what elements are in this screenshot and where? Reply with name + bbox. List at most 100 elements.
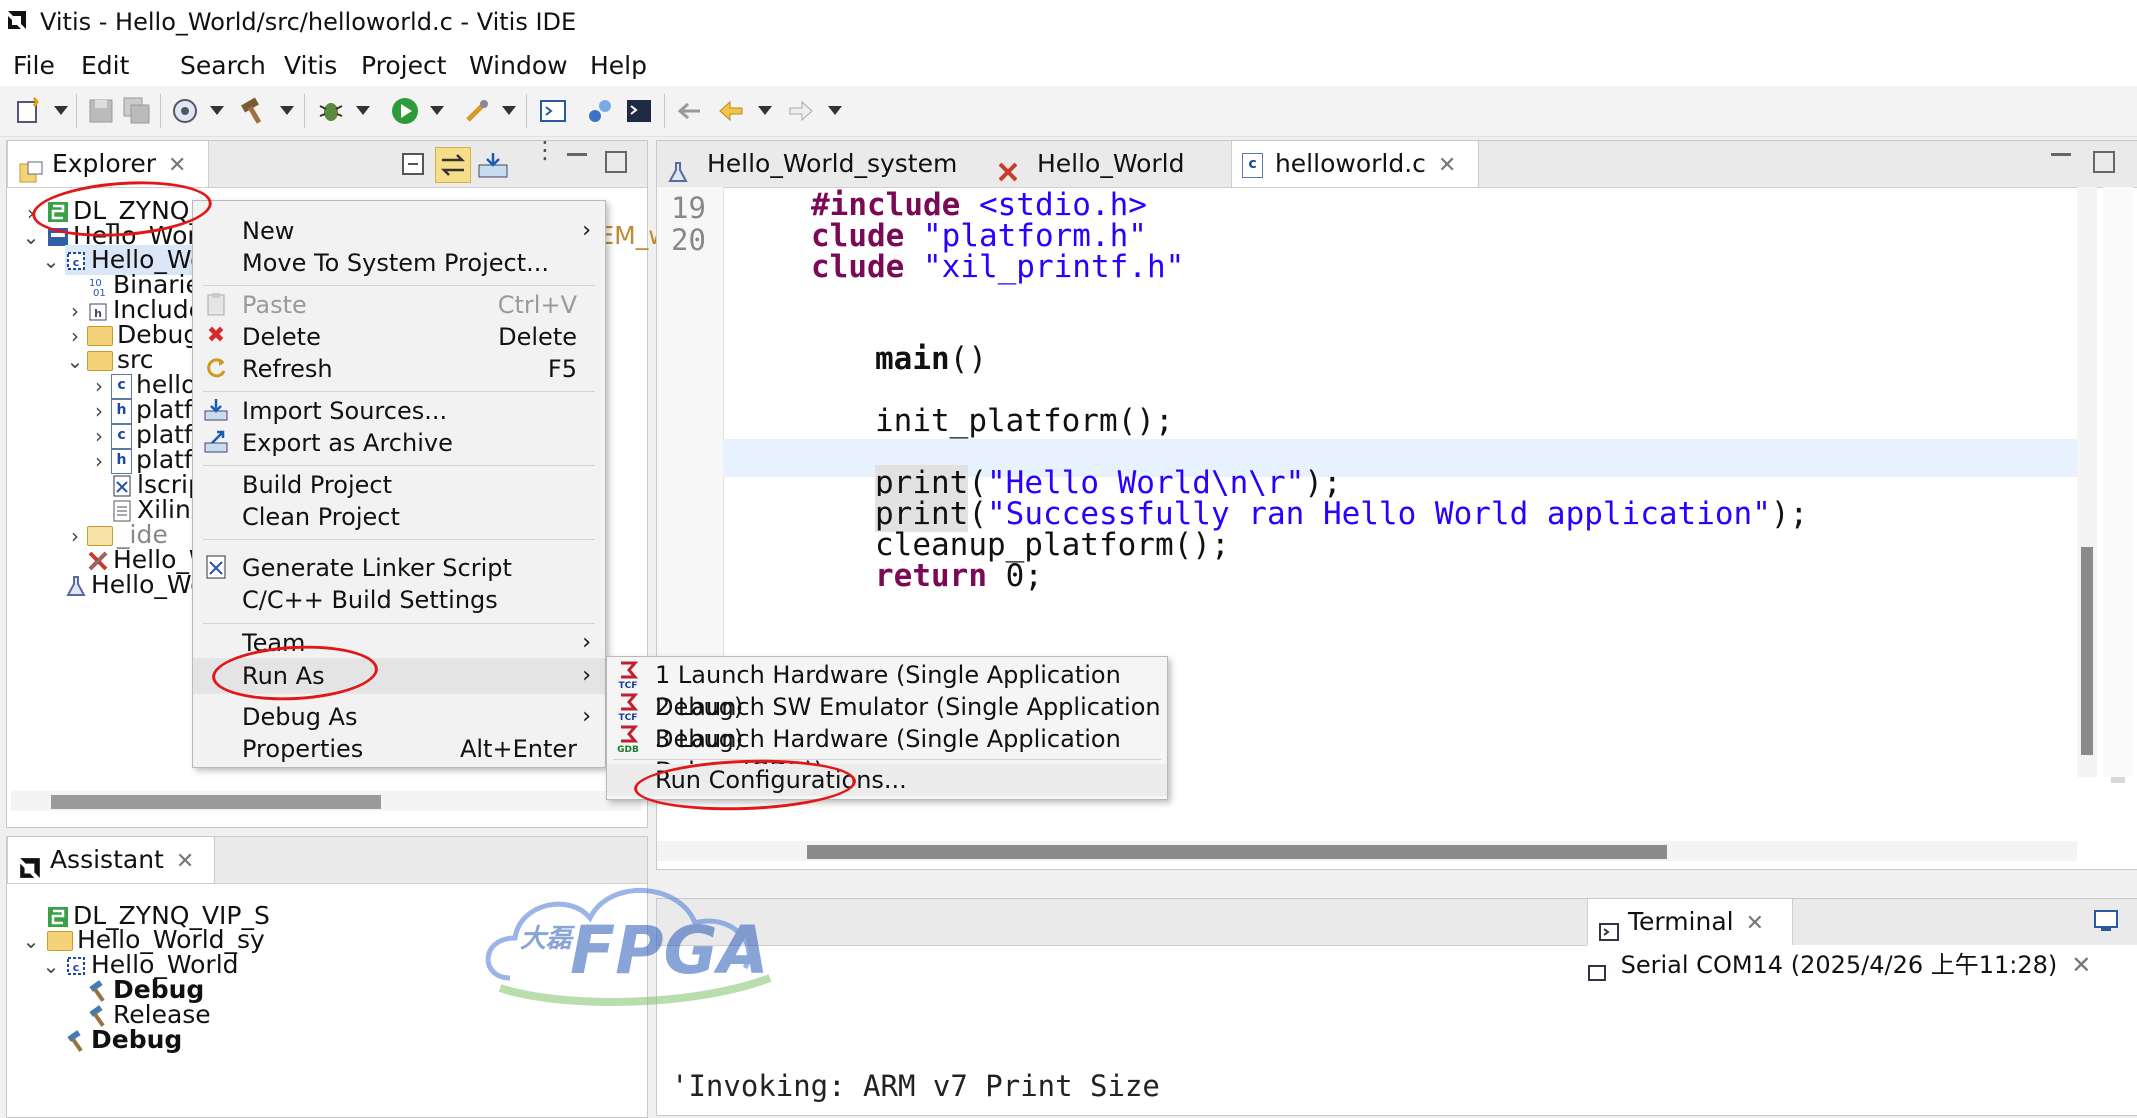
submenu-arrow-icon: › [582,630,591,655]
amd-assistant-icon [18,849,42,878]
new-icon[interactable] [14,96,44,126]
menu-item-label: Export as Archive [242,429,453,457]
run-icon[interactable] [390,96,420,126]
close-icon[interactable]: ✕ [176,849,194,874]
close-icon[interactable]: ✕ [168,153,186,178]
xsct-console-icon[interactable] [585,96,615,126]
menu-item-new[interactable]: New › [193,215,605,247]
tab-helloworld-c[interactable]: c helloworld.c ✕ [1231,141,1479,187]
chevron-right-icon[interactable]: › [89,424,109,448]
menu-file[interactable]: File [13,51,55,80]
menu-vitis[interactable]: Vitis [284,51,337,80]
title-bar: Vitis - Hello_World/src/helloworld.c - V… [0,0,2137,46]
menu-item-export-archive[interactable]: Export as Archive [193,427,605,459]
chevron-down-icon[interactable]: ⌄ [41,249,61,273]
tools-dropdown-icon[interactable] [502,106,516,115]
code-line-init: init_platform(); [875,403,1174,439]
menu-item-paste[interactable]: Paste Ctrl+V [193,289,605,321]
paste-icon [203,291,229,317]
editor-vscrollbar[interactable] [2077,187,2097,777]
chevron-down-icon[interactable]: ⌄ [41,954,61,978]
menu-item-build-project[interactable]: Build Project [193,469,605,501]
chevron-down-icon[interactable]: ⌄ [65,349,85,373]
tab-terminal[interactable]: Terminal ✕ [1587,899,1793,945]
close-icon[interactable]: ✕ [1438,153,1456,178]
chevron-right-icon[interactable]: › [65,324,85,348]
application-project-icon: c [65,954,87,978]
chevron-down-icon[interactable]: ⌄ [21,225,41,249]
chevron-right-icon[interactable]: › [65,524,85,548]
minimize-icon[interactable] [567,153,587,160]
save-all-icon[interactable] [122,96,152,126]
forward-arrow-icon[interactable] [786,96,816,126]
menu-item-import-sources[interactable]: Import Sources... [193,395,605,427]
link-with-editor-icon[interactable] [435,147,471,183]
debug-bug-icon[interactable] [316,96,346,126]
submenu-arrow-icon: › [582,218,591,243]
editor-hscrollbar[interactable] [657,841,2077,861]
open-terminal-icon[interactable] [2093,909,2121,933]
menu-item-delete[interactable]: ✖ Delete Delete [193,321,605,353]
chevron-right-icon[interactable]: › [89,449,109,473]
collapse-all-icon[interactable] [399,151,427,177]
tcf-launch-icon: TCF [617,661,639,691]
external-tools-icon[interactable] [462,96,492,126]
target-dropdown-icon[interactable] [210,106,224,115]
toolbar-separator [526,94,527,128]
chevron-right-icon[interactable]: › [89,374,109,398]
explorer-hscrollbar[interactable] [11,791,641,811]
submenu-item-launch-sw-emulator[interactable]: TCF 2 Launch SW Emulator (Single Applica… [607,691,1167,753]
menu-edit[interactable]: Edit [81,51,129,80]
folder-icon [87,326,113,346]
filter-icon[interactable] [477,151,509,179]
tab-assistant[interactable]: Assistant ✕ [7,837,215,883]
menu-item-move-to-system-project[interactable]: Move To System Project... [193,247,605,279]
maximize-icon[interactable] [605,151,627,173]
back-dropdown-icon[interactable] [758,106,772,115]
submenu-item-launch-hardware[interactable]: TCF 1 Launch Hardware (Single Applicatio… [607,659,1167,721]
menu-item-generate-linker-script[interactable]: Generate Linker Script [193,552,605,584]
menu-item-clean-project[interactable]: Clean Project [193,501,605,533]
back-arrow-icon[interactable] [716,96,746,126]
shell-icon[interactable] [624,96,654,126]
close-icon[interactable]: ✕ [1746,911,1764,936]
menu-help[interactable]: Help [590,51,647,80]
scrollbar-thumb[interactable] [807,845,1667,859]
last-edit-icon[interactable] [674,96,704,126]
save-icon[interactable] [86,96,116,126]
tab-hello-world[interactable]: Hello_World [987,141,1237,187]
target-connection-icon[interactable] [170,96,200,126]
minimize-icon[interactable] [2051,153,2071,160]
svg-text:GDB: GDB [617,745,639,753]
menu-item-accel: Ctrl+V [497,291,577,319]
chevron-down-icon[interactable]: ⌄ [21,929,41,953]
menu-item-debug-as[interactable]: Debug As › [193,701,605,733]
tab-serial-com14[interactable]: Serial COM14 (2025/4/26 上午11:28) ✕ [1587,945,2137,985]
new-dropdown-icon[interactable] [54,106,68,115]
menu-search[interactable]: Search [180,51,266,80]
menu-project[interactable]: Project [361,51,447,80]
menu-item-refresh[interactable]: Refresh F5 [193,353,605,385]
scrollbar-thumb[interactable] [51,795,381,809]
forward-dropdown-icon[interactable] [828,106,842,115]
menu-item-build-settings[interactable]: C/C++ Build Settings [193,584,605,616]
close-icon[interactable]: ✕ [2071,951,2091,979]
scrollbar-thumb[interactable] [2081,547,2093,755]
view-menu-icon[interactable]: ⋮ [533,138,557,181]
debug-dropdown-icon[interactable] [356,106,370,115]
chevron-right-icon[interactable]: › [89,399,109,423]
build-dropdown-icon[interactable] [280,106,294,115]
code-token: ); [1770,496,1809,532]
submenu-item-launch-hardware-gdb[interactable]: GDB 3 Launch Hardware (Single Applicatio… [607,723,1167,785]
assistant-item-debug-2[interactable]: Debug [65,1025,182,1055]
tab-hello-world-system[interactable]: Hello_World_system [657,141,987,187]
terminal-icon[interactable] [538,96,568,126]
console-tabstrip: Terminal ✕ [657,899,2137,946]
menu-window[interactable]: Window [469,51,568,80]
chevron-right-icon[interactable]: › [65,299,85,323]
run-dropdown-icon[interactable] [430,106,444,115]
build-hammer-icon[interactable] [238,96,268,126]
menu-item-properties[interactable]: Properties Alt+Enter [193,733,605,765]
maximize-icon[interactable] [2093,151,2115,173]
tab-explorer[interactable]: Explorer ✕ [7,141,209,187]
